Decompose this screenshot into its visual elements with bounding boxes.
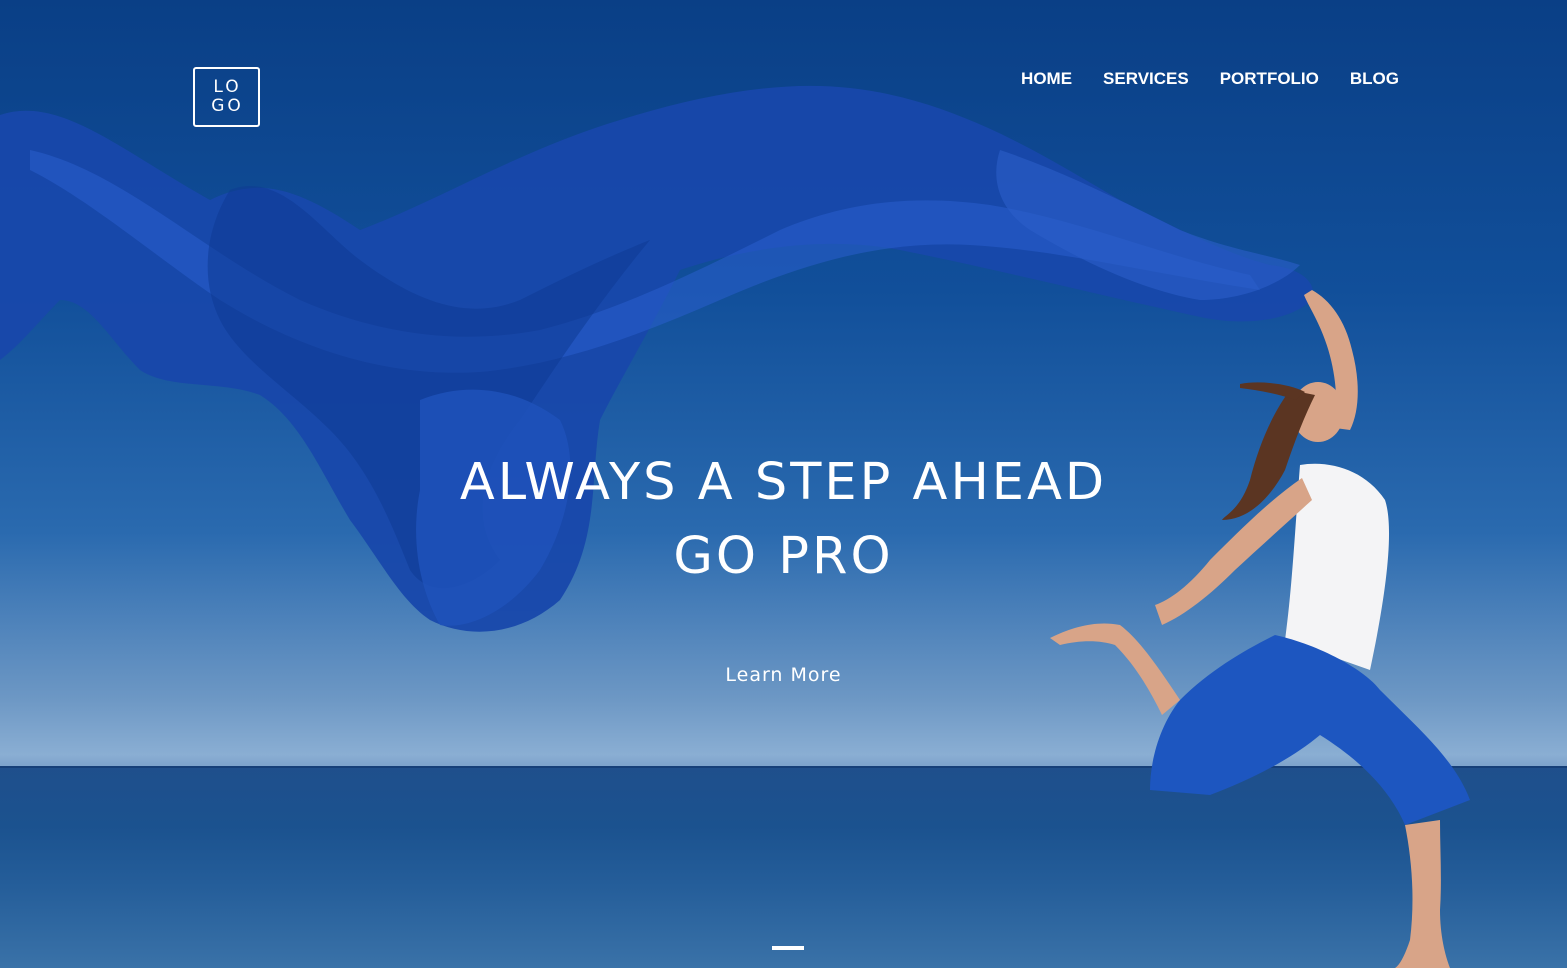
hero-section: LO GO HOME SERVICES PORTFOLIO BLOG ALWAY…	[0, 0, 1567, 968]
logo-line-2: GO	[211, 96, 244, 116]
nav-item-blog[interactable]: BLOG	[1350, 69, 1399, 89]
nav-item-portfolio[interactable]: PORTFOLIO	[1220, 69, 1319, 89]
nav-item-home[interactable]: HOME	[1021, 69, 1072, 89]
hero-headline-line-1: ALWAYS A STEP AHEAD	[459, 453, 1108, 512]
hero-headline-line-2: GO PRO	[673, 527, 894, 586]
main-nav: HOME SERVICES PORTFOLIO BLOG	[1021, 69, 1399, 89]
nav-item-services[interactable]: SERVICES	[1103, 69, 1189, 89]
logo-line-1: LO	[213, 77, 242, 97]
jumping-woman-figure	[1050, 290, 1470, 968]
hero-headline: ALWAYS A STEP AHEAD GO PRO	[0, 446, 1567, 594]
slide-indicator[interactable]	[772, 946, 804, 950]
site-logo[interactable]: LO GO	[193, 67, 260, 127]
learn-more-button[interactable]: Learn More	[725, 664, 841, 686]
learn-more-container: Learn More	[0, 664, 1567, 686]
